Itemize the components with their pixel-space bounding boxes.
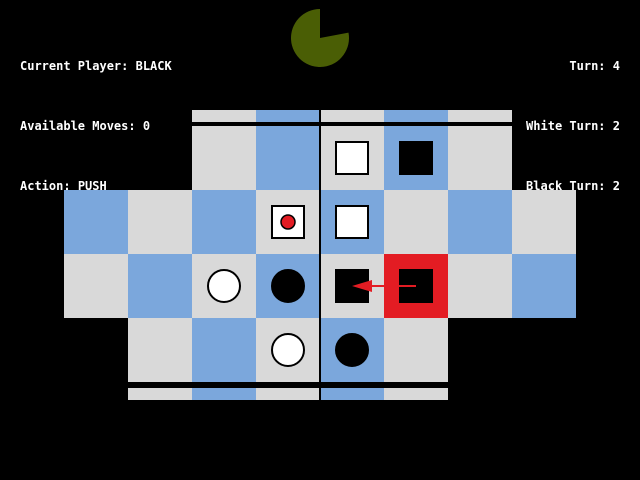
board-tile[interactable]	[192, 318, 256, 382]
white-pusher-piece[interactable]	[335, 141, 369, 175]
board-tile[interactable]	[192, 190, 256, 254]
black-pusher-piece[interactable]	[399, 141, 433, 175]
black-round-piece[interactable]	[271, 269, 305, 303]
board-tile[interactable]	[448, 190, 512, 254]
board-tile[interactable]	[384, 190, 448, 254]
board-tile[interactable]	[448, 254, 512, 318]
white-pusher-piece[interactable]	[335, 205, 369, 239]
board-tile[interactable]	[128, 190, 192, 254]
board-tile[interactable]	[256, 126, 320, 190]
white-round-piece[interactable]	[271, 333, 305, 367]
board-tile[interactable]	[128, 318, 192, 382]
top-rail-segment	[320, 110, 384, 122]
white-round-piece[interactable]	[207, 269, 241, 303]
bottom-rail-edge	[128, 382, 448, 386]
bottom-rail-segment	[384, 388, 448, 400]
bottom-rail-segment	[256, 388, 320, 400]
top-rail-segment	[192, 110, 256, 122]
top-rail-segment	[256, 110, 320, 122]
board-tile[interactable]	[384, 318, 448, 382]
top-rail-segment	[448, 110, 512, 122]
anchor-marker-icon	[280, 214, 296, 230]
board-tile[interactable]	[512, 190, 576, 254]
black-round-piece[interactable]	[335, 333, 369, 367]
board-tile[interactable]	[448, 126, 512, 190]
bottom-rail-segment	[128, 388, 192, 400]
board-tile[interactable]	[64, 190, 128, 254]
top-rail-edge	[192, 122, 512, 126]
bottom-rail-segment	[192, 388, 256, 400]
bottom-rail-segment	[320, 388, 384, 400]
board-tile[interactable]	[192, 126, 256, 190]
board-tile[interactable]	[64, 254, 128, 318]
top-rail-segment	[384, 110, 448, 122]
board-tile[interactable]	[128, 254, 192, 318]
board-tile[interactable]	[512, 254, 576, 318]
game-board[interactable]	[0, 0, 640, 480]
